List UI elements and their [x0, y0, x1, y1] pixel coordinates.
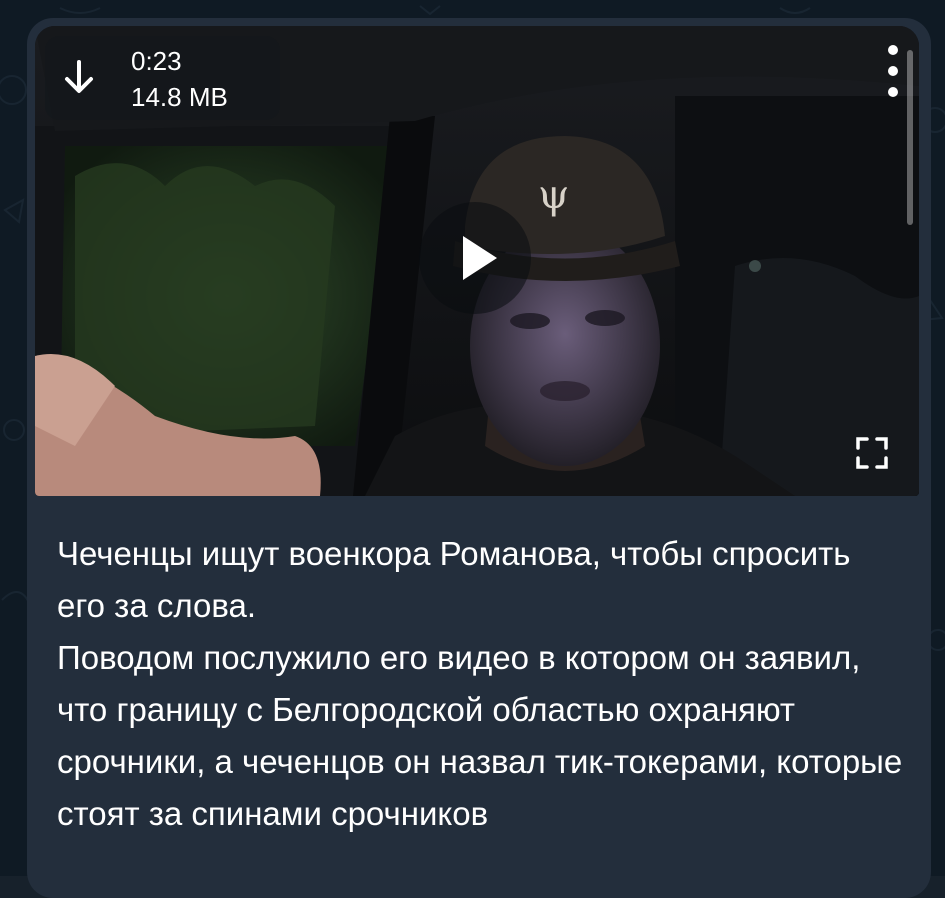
message-bubble: ψ 0:23 14.8 MB Чеченцы ищут военкора Ром…: [27, 18, 931, 898]
cap-logo: ψ: [538, 172, 569, 218]
video-file-size: 14.8 MB: [131, 82, 228, 112]
video-info-pill: 0:23 14.8 MB: [45, 36, 280, 120]
more-vertical-icon[interactable]: [887, 44, 899, 98]
message-paragraph-2: Поводом послужило его видео в котором он…: [57, 639, 903, 832]
message-text: Чеченцы ищут военкора Романова, чтобы сп…: [57, 528, 907, 840]
video-player[interactable]: ψ 0:23 14.8 MB: [35, 26, 919, 496]
video-duration: 0:23: [131, 46, 182, 76]
message-paragraph-1: Чеченцы ищут военкора Романова, чтобы сп…: [57, 535, 851, 624]
scrollbar[interactable]: [907, 50, 913, 225]
play-button[interactable]: [419, 202, 531, 314]
download-arrow-icon[interactable]: [63, 58, 95, 98]
fullscreen-icon[interactable]: [855, 436, 889, 470]
play-icon: [463, 236, 497, 280]
